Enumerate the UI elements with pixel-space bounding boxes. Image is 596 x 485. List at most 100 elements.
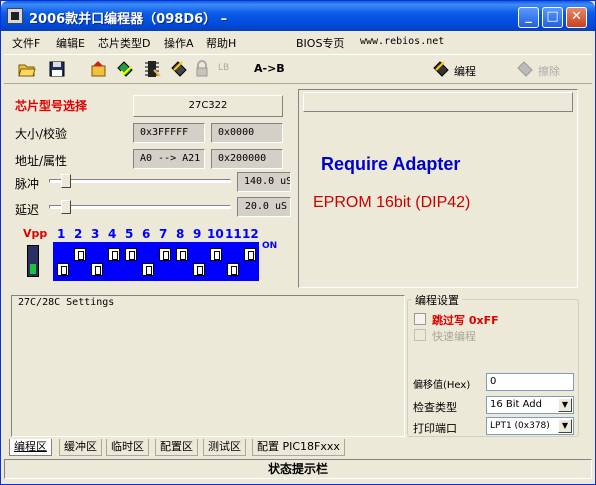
print-port-label: 打印端口 (413, 422, 457, 435)
address-range-field: A0 --> A21 (133, 149, 205, 169)
menu-edit[interactable]: 编辑E (56, 35, 85, 51)
size-checksum-label: 大小/校验 (15, 127, 68, 141)
check-type-select[interactable]: 16 Bit Add ▼ (486, 396, 574, 414)
ab-button[interactable]: A->B (254, 62, 285, 75)
dip-switch-7[interactable] (157, 244, 173, 279)
dip-on-label: ON (262, 241, 278, 251)
dip-number: 10 (207, 227, 224, 241)
read-chip-button[interactable] (90, 60, 108, 80)
toolbar: LB A->B 编程 擦除 (4, 54, 592, 84)
dip-switch-2[interactable] (72, 244, 88, 279)
tab-config-pic18f[interactable]: 配置 PIC18Fxxx (252, 439, 345, 456)
dip-number: 9 (193, 227, 202, 241)
adapter-panel: Require Adapter EPROM 16bit (DIP42) (298, 89, 578, 288)
address-attr-label: 地址/属性 (15, 154, 68, 168)
size-field: 0x3FFFFF (133, 123, 205, 143)
offset-label: 偏移值(Hex) (413, 380, 471, 391)
tab-temp-area[interactable]: 临时区 (106, 439, 149, 456)
dip-number: 7 (159, 227, 168, 241)
dip-switch-1[interactable] (55, 244, 71, 279)
pulse-slider-thumb[interactable] (61, 174, 71, 188)
checksum-field: 0x0000 (211, 123, 283, 143)
dip-switch-12[interactable] (242, 244, 258, 279)
dip-number: 3 (91, 227, 100, 241)
lb-button[interactable]: LB (218, 63, 229, 73)
dip-number: 11 (225, 227, 242, 241)
offset-input[interactable]: 0 (486, 373, 574, 391)
attribute-field: 0x200000 (211, 149, 283, 169)
dip-number: 12 (242, 227, 259, 241)
adapter-description: EPROM 16bit (DIP42) (313, 194, 471, 211)
dip-switch-10[interactable] (208, 244, 224, 279)
dip-switch-4[interactable] (106, 244, 122, 279)
pulse-label: 脉冲 (15, 177, 40, 191)
fast-program-label: 快速编程 (432, 330, 476, 343)
minimize-button[interactable]: _ (518, 7, 539, 28)
menu-chip-type[interactable]: 芯片类型D (98, 35, 150, 51)
tab-config-area[interactable]: 配置区 (155, 439, 198, 456)
program-label: 编程 (454, 65, 476, 78)
dip-number: 8 (176, 227, 185, 241)
dip-switch-6[interactable] (140, 244, 156, 279)
program-chip-icon (433, 61, 449, 77)
dip-number: 5 (125, 227, 134, 241)
program-settings-group: 编程设置 跳过写 0xFF 快速编程 偏移值(Hex) 0 检查类型 16 Bi… (407, 292, 579, 437)
auto-icon (171, 61, 187, 77)
vpp-label: Vpp (23, 227, 48, 240)
window-title: 2006款并口编程器（098D6） – (29, 12, 228, 27)
verify-icon (117, 61, 133, 77)
dropdown-arrow-icon[interactable]: ▼ (558, 419, 572, 433)
settings-heading: 27C/28C Settings (18, 297, 115, 308)
blank-check-icon (145, 61, 161, 77)
delay-slider-thumb[interactable] (61, 200, 71, 214)
title-bar[interactable]: 2006款并口编程器（098D6） – _ □ ✕ (1, 1, 595, 31)
save-button[interactable] (48, 60, 66, 80)
lock-button[interactable] (194, 60, 210, 80)
fast-program-checkbox[interactable] (414, 329, 426, 341)
settings-panel: 27C/28C Settings (11, 295, 405, 437)
erase-icon (517, 61, 533, 77)
lock-icon (196, 60, 208, 77)
save-disk-icon (49, 61, 65, 77)
app-chip-icon (7, 8, 23, 24)
tab-test-area[interactable]: 测试区 (203, 439, 246, 456)
website-link[interactable]: www.rebios.net (360, 36, 444, 47)
skip-ff-checkbox[interactable] (414, 313, 426, 325)
bios-page-link[interactable]: BIOS专页 (296, 35, 344, 51)
program-settings-heading: 编程设置 (412, 292, 462, 308)
dip-number: 6 (142, 227, 151, 241)
chip-select-label: 芯片型号选择 (15, 99, 88, 113)
menu-file[interactable]: 文件F (12, 35, 40, 51)
print-port-value: LPT1 (0x378) (490, 421, 550, 431)
pulse-value-field: 140.0 uS (237, 172, 291, 192)
verify-button[interactable] (116, 60, 134, 80)
check-type-label: 检查类型 (413, 401, 457, 414)
tab-program-area[interactable]: 编程区 (9, 439, 52, 456)
menu-bar: 文件F 编辑E 芯片类型D 操作A 帮助H BIOS专页 www.rebios.… (4, 32, 592, 52)
dip-switch-11[interactable] (225, 244, 241, 279)
adapter-title: Require Adapter (321, 154, 461, 174)
read-chip-icon (91, 61, 106, 77)
main-window: 2006款并口编程器（098D6） – _ □ ✕ 文件F 编辑E 芯片类型D … (0, 0, 596, 485)
print-port-select[interactable]: LPT1 (0x378) ▼ (486, 417, 574, 435)
dip-switch-8[interactable] (174, 244, 190, 279)
chip-model-button[interactable]: 27C322 (133, 95, 283, 117)
status-bar: 状态提示栏 (4, 459, 592, 479)
dip-switch-5[interactable] (123, 244, 139, 279)
close-button[interactable]: ✕ (566, 7, 587, 28)
skip-ff-label: 跳过写 0xFF (432, 314, 499, 327)
erase-label: 擦除 (538, 65, 560, 78)
dip-switch-3[interactable] (89, 244, 105, 279)
auto-button[interactable] (170, 60, 188, 80)
dip-number: 1 (57, 227, 66, 241)
vpp-switch[interactable] (27, 245, 39, 277)
dip-number: 4 (108, 227, 117, 241)
open-button[interactable] (18, 60, 36, 80)
blank-check-button[interactable] (144, 60, 162, 80)
menu-operation[interactable]: 操作A (164, 35, 194, 51)
dip-switch-9[interactable] (191, 244, 207, 279)
maximize-button[interactable]: □ (542, 7, 563, 28)
menu-help[interactable]: 帮助H (206, 35, 236, 51)
dropdown-arrow-icon[interactable]: ▼ (558, 398, 572, 412)
tab-buffer-area[interactable]: 缓冲区 (59, 439, 102, 456)
